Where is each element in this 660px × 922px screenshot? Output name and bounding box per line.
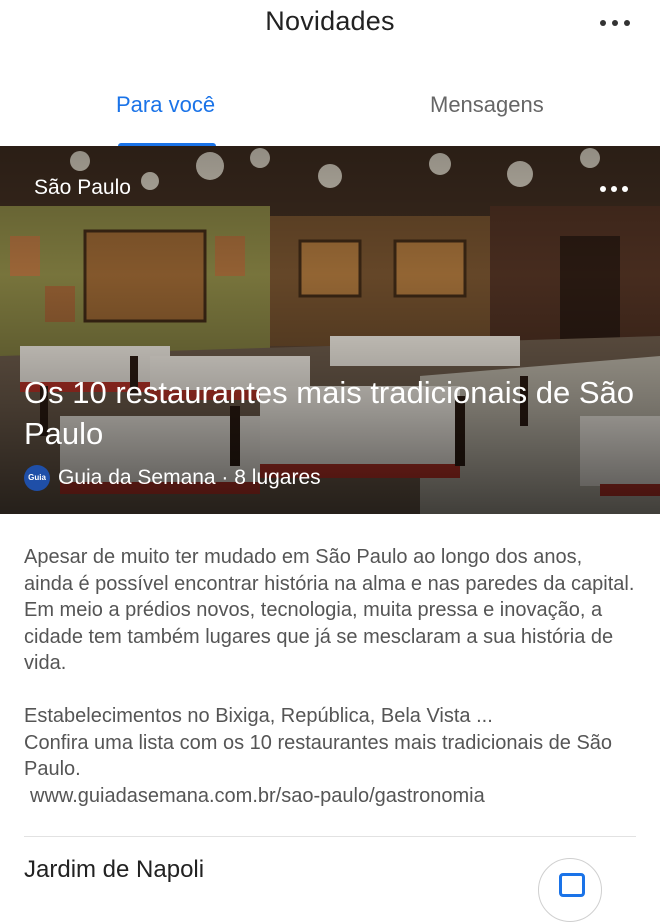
place-title[interactable]: Jardim de Napoli [24, 856, 204, 884]
card-headline[interactable]: Os 10 restaurantes mais tradicionais de … [24, 372, 644, 454]
source-url[interactable]: www.guiadasemana.com.br/sao-paulo/gastro… [24, 783, 636, 810]
top-bar: Novidades [0, 0, 660, 50]
guia-da-semana-logo: Guia [24, 465, 50, 491]
description-paragraph-2: Estabelecimentos no Bixiga, República, B… [24, 704, 613, 781]
card-location: São Paulo [34, 176, 131, 199]
save-button[interactable] [538, 858, 602, 922]
tab-bar: Para você Mensagens [0, 84, 660, 147]
more-options-icon[interactable] [600, 16, 630, 30]
source-label: Guia da Semana · 8 lugares [58, 466, 321, 489]
save-icon [559, 873, 585, 897]
divider [24, 836, 636, 837]
card-description: Apesar de muito ter mudado em São Paulo … [24, 544, 636, 809]
image-gradient-overlay [0, 146, 660, 514]
card-source[interactable]: Guia Guia da Semana · 8 lugares [24, 464, 321, 492]
tab-para-voce[interactable]: Para você [116, 92, 215, 118]
card-more-icon[interactable] [600, 184, 628, 194]
article-card-image[interactable]: São Paulo Os 10 restaurantes mais tradic… [0, 146, 660, 514]
tab-mensagens[interactable]: Mensagens [430, 92, 544, 118]
page-title: Novidades [265, 6, 395, 36]
description-paragraph-1: Apesar de muito ter mudado em São Paulo … [24, 546, 635, 675]
